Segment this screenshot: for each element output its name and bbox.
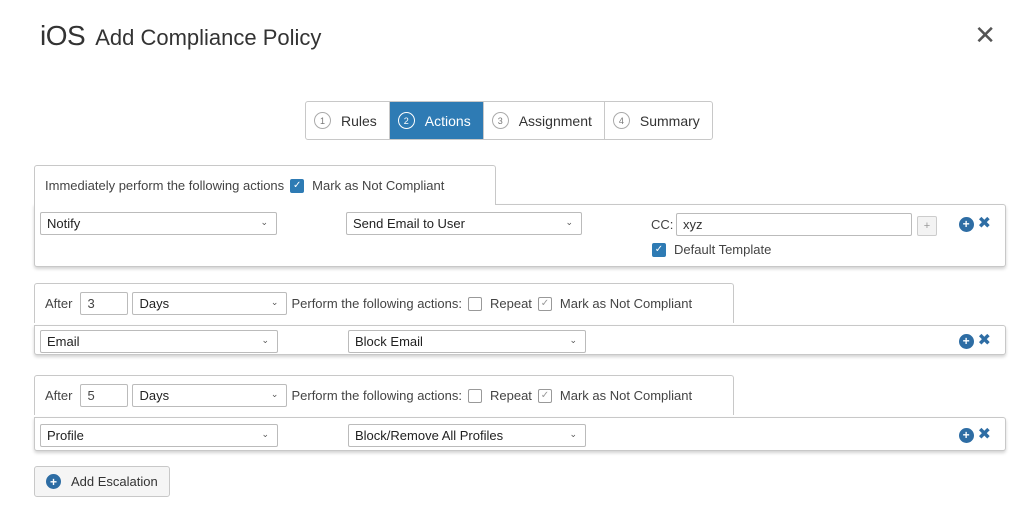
- cc-input[interactable]: xyz: [676, 213, 912, 236]
- chevron-down-icon: ⌄: [569, 335, 577, 345]
- mark-not-compliant-checkbox[interactable]: ✓: [537, 388, 552, 403]
- step-number: 1: [314, 112, 331, 129]
- step-label: Actions: [424, 112, 471, 129]
- cc-add-button[interactable]: +: [917, 216, 937, 236]
- add-escalation-label: Add Escalation: [71, 474, 158, 489]
- perform-label: Perform the following actions:: [291, 296, 462, 311]
- repeat-checkbox[interactable]: [468, 296, 482, 311]
- escalation-action-panel: Profile ⌄ Block/Remove All Profiles ⌄ + …: [34, 417, 1006, 451]
- row-actions: + ✖: [958, 333, 991, 349]
- add-action-icon[interactable]: +: [958, 216, 974, 232]
- escalation-header: After 5 Days ⌄ Perform the following act…: [34, 375, 734, 415]
- step-actions[interactable]: 2 Actions: [389, 102, 484, 139]
- default-template-checkbox[interactable]: ✓: [652, 242, 666, 257]
- action-value: Notify: [47, 216, 81, 231]
- row-actions: + ✖: [958, 427, 991, 443]
- action-value: Profile: [47, 428, 84, 443]
- chevron-down-icon: ⌄: [270, 389, 279, 399]
- repeat-checkbox[interactable]: [468, 388, 482, 403]
- sub-action-select[interactable]: Block Email ⌄: [348, 330, 586, 353]
- days-input[interactable]: 5: [80, 384, 129, 407]
- days-input[interactable]: 3: [80, 292, 129, 315]
- dialog-header: iOS Add Compliance Policy: [40, 20, 321, 52]
- repeat-label: Repeat: [490, 388, 532, 403]
- chevron-down-icon: ⌄: [261, 335, 269, 345]
- escalation-header: After 3 Days ⌄ Perform the following act…: [34, 283, 734, 323]
- mark-not-compliant-label: Mark as Not Compliant: [312, 178, 445, 193]
- step-number: 2: [397, 112, 415, 129]
- default-template-row: ✓ Default Template: [652, 242, 771, 257]
- chevron-down-icon: ⌄: [565, 217, 573, 227]
- mark-not-compliant-checkbox[interactable]: ✓: [537, 296, 552, 311]
- mark-not-compliant-label: Mark as Not Compliant: [559, 388, 693, 403]
- add-action-icon[interactable]: +: [958, 333, 974, 349]
- mark-not-compliant-checkbox[interactable]: ✓: [290, 178, 305, 193]
- repeat-label: Repeat: [490, 296, 532, 311]
- step-assignment[interactable]: 3 Assignment: [484, 102, 605, 139]
- step-number: 3: [491, 112, 509, 129]
- unit-select[interactable]: Days ⌄: [132, 384, 288, 407]
- add-action-icon[interactable]: +: [958, 427, 974, 443]
- chevron-down-icon: ⌄: [270, 297, 279, 307]
- sub-action-value: Block/Remove All Profiles: [355, 428, 504, 443]
- add-escalation-button[interactable]: + Add Escalation: [34, 466, 170, 497]
- page-title: Add Compliance Policy: [95, 25, 322, 50]
- platform-label: iOS: [40, 20, 86, 51]
- chevron-down-icon: ⌄: [261, 429, 269, 439]
- step-summary[interactable]: 4 Summary: [605, 102, 712, 139]
- after-label: After: [45, 388, 73, 403]
- remove-action-icon[interactable]: ✖: [978, 427, 991, 443]
- sub-action-value: Block Email: [355, 334, 423, 349]
- action-select[interactable]: Profile ⌄: [40, 424, 278, 447]
- mark-not-compliant-label: Mark as Not Compliant: [559, 296, 693, 311]
- unit-select[interactable]: Days ⌄: [132, 292, 288, 315]
- chevron-down-icon: ⌄: [260, 217, 268, 227]
- action-value: Email: [47, 334, 80, 349]
- row-actions: + ✖: [958, 216, 991, 232]
- unit-value: Days: [139, 296, 170, 311]
- default-template-label: Default Template: [674, 242, 772, 257]
- remove-action-icon[interactable]: ✖: [978, 216, 991, 232]
- escalation-action-panel: Email ⌄ Block Email ⌄ + ✖: [34, 325, 1006, 355]
- step-number: 4: [612, 112, 630, 129]
- immediate-header: Immediately perform the following action…: [34, 165, 496, 205]
- action-select[interactable]: Email ⌄: [40, 330, 278, 353]
- unit-value: Days: [139, 388, 170, 403]
- immediate-action-panel: Notify ⌄ Send Email to User ⌄ CC: xyz + …: [34, 204, 1006, 267]
- immediate-prefix: Immediately perform the following action…: [45, 178, 285, 193]
- close-icon[interactable]: ✕: [974, 22, 996, 48]
- step-label: Rules: [341, 112, 377, 129]
- step-label: Summary: [639, 112, 700, 129]
- step-label: Assignment: [518, 112, 592, 129]
- chevron-down-icon: ⌄: [569, 429, 577, 439]
- cc-label: CC:: [651, 217, 674, 232]
- sub-action-select[interactable]: Block/Remove All Profiles ⌄: [348, 424, 586, 447]
- plus-circle-icon: +: [46, 474, 61, 489]
- action-select[interactable]: Notify ⌄: [40, 212, 277, 235]
- wizard-steps: 1 Rules 2 Actions 3 Assignment 4 Summary: [305, 101, 713, 140]
- perform-label: Perform the following actions:: [291, 388, 462, 403]
- step-rules[interactable]: 1 Rules: [306, 102, 390, 139]
- remove-action-icon[interactable]: ✖: [978, 333, 991, 349]
- sub-action-value: Send Email to User: [353, 216, 465, 231]
- after-label: After: [45, 296, 73, 311]
- sub-action-select[interactable]: Send Email to User ⌄: [346, 212, 582, 235]
